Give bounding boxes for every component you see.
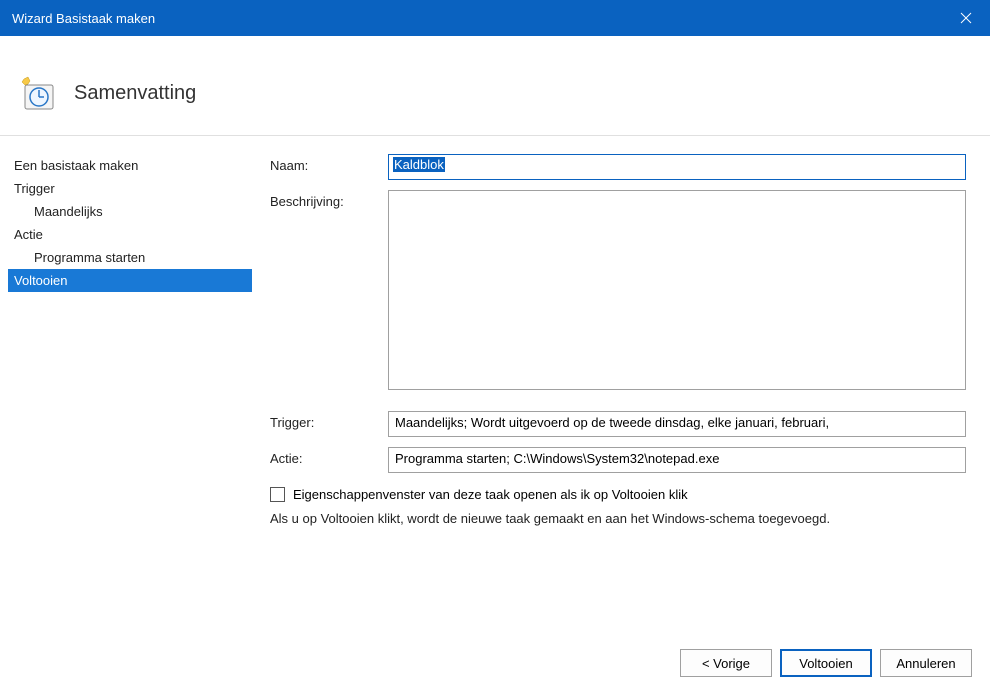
close-icon xyxy=(960,12,972,24)
name-input[interactable]: Kaldblok xyxy=(388,154,966,180)
page-title: Samenvatting xyxy=(74,82,196,105)
back-button[interactable]: < Vorige xyxy=(680,649,772,677)
name-label: Naam: xyxy=(270,154,388,173)
finish-button[interactable]: Voltooien xyxy=(780,649,872,677)
step-monthly[interactable]: Maandelijks xyxy=(8,200,252,223)
action-summary: Programma starten; C:\Windows\System32\n… xyxy=(388,447,966,473)
wizard-footer: < Vorige Voltooien Annuleren xyxy=(0,636,990,690)
window-title: Wizard Basistaak maken xyxy=(12,11,155,26)
summary-panel: Naam: Kaldblok Beschrijving: Trigger: Ma… xyxy=(260,136,990,636)
trigger-label: Trigger: xyxy=(270,411,388,430)
step-action[interactable]: Actie xyxy=(8,223,252,246)
close-button[interactable] xyxy=(942,0,990,36)
wizard-steps-sidebar: Een basistaak maken Trigger Maandelijks … xyxy=(0,136,260,636)
description-label: Beschrijving: xyxy=(270,190,388,209)
scheduler-icon xyxy=(20,76,56,112)
step-start-program[interactable]: Programma starten xyxy=(8,246,252,269)
step-create-basic-task[interactable]: Een basistaak maken xyxy=(8,154,252,177)
step-trigger[interactable]: Trigger xyxy=(8,177,252,200)
description-input[interactable] xyxy=(388,190,966,390)
action-label: Actie: xyxy=(270,447,388,466)
trigger-summary: Maandelijks; Wordt uitgevoerd op de twee… xyxy=(388,411,966,437)
wizard-body: Een basistaak maken Trigger Maandelijks … xyxy=(0,136,990,636)
finish-hint: Als u op Voltooien klikt, wordt de nieuw… xyxy=(270,510,966,528)
open-properties-label[interactable]: Eigenschappenvenster van deze taak opene… xyxy=(293,487,688,502)
step-finish[interactable]: Voltooien xyxy=(8,269,252,292)
open-properties-row: Eigenschappenvenster van deze taak opene… xyxy=(270,487,966,502)
titlebar: Wizard Basistaak maken xyxy=(0,0,990,36)
open-properties-checkbox[interactable] xyxy=(270,487,285,502)
cancel-button[interactable]: Annuleren xyxy=(880,649,972,677)
wizard-header: Samenvatting xyxy=(0,36,990,136)
